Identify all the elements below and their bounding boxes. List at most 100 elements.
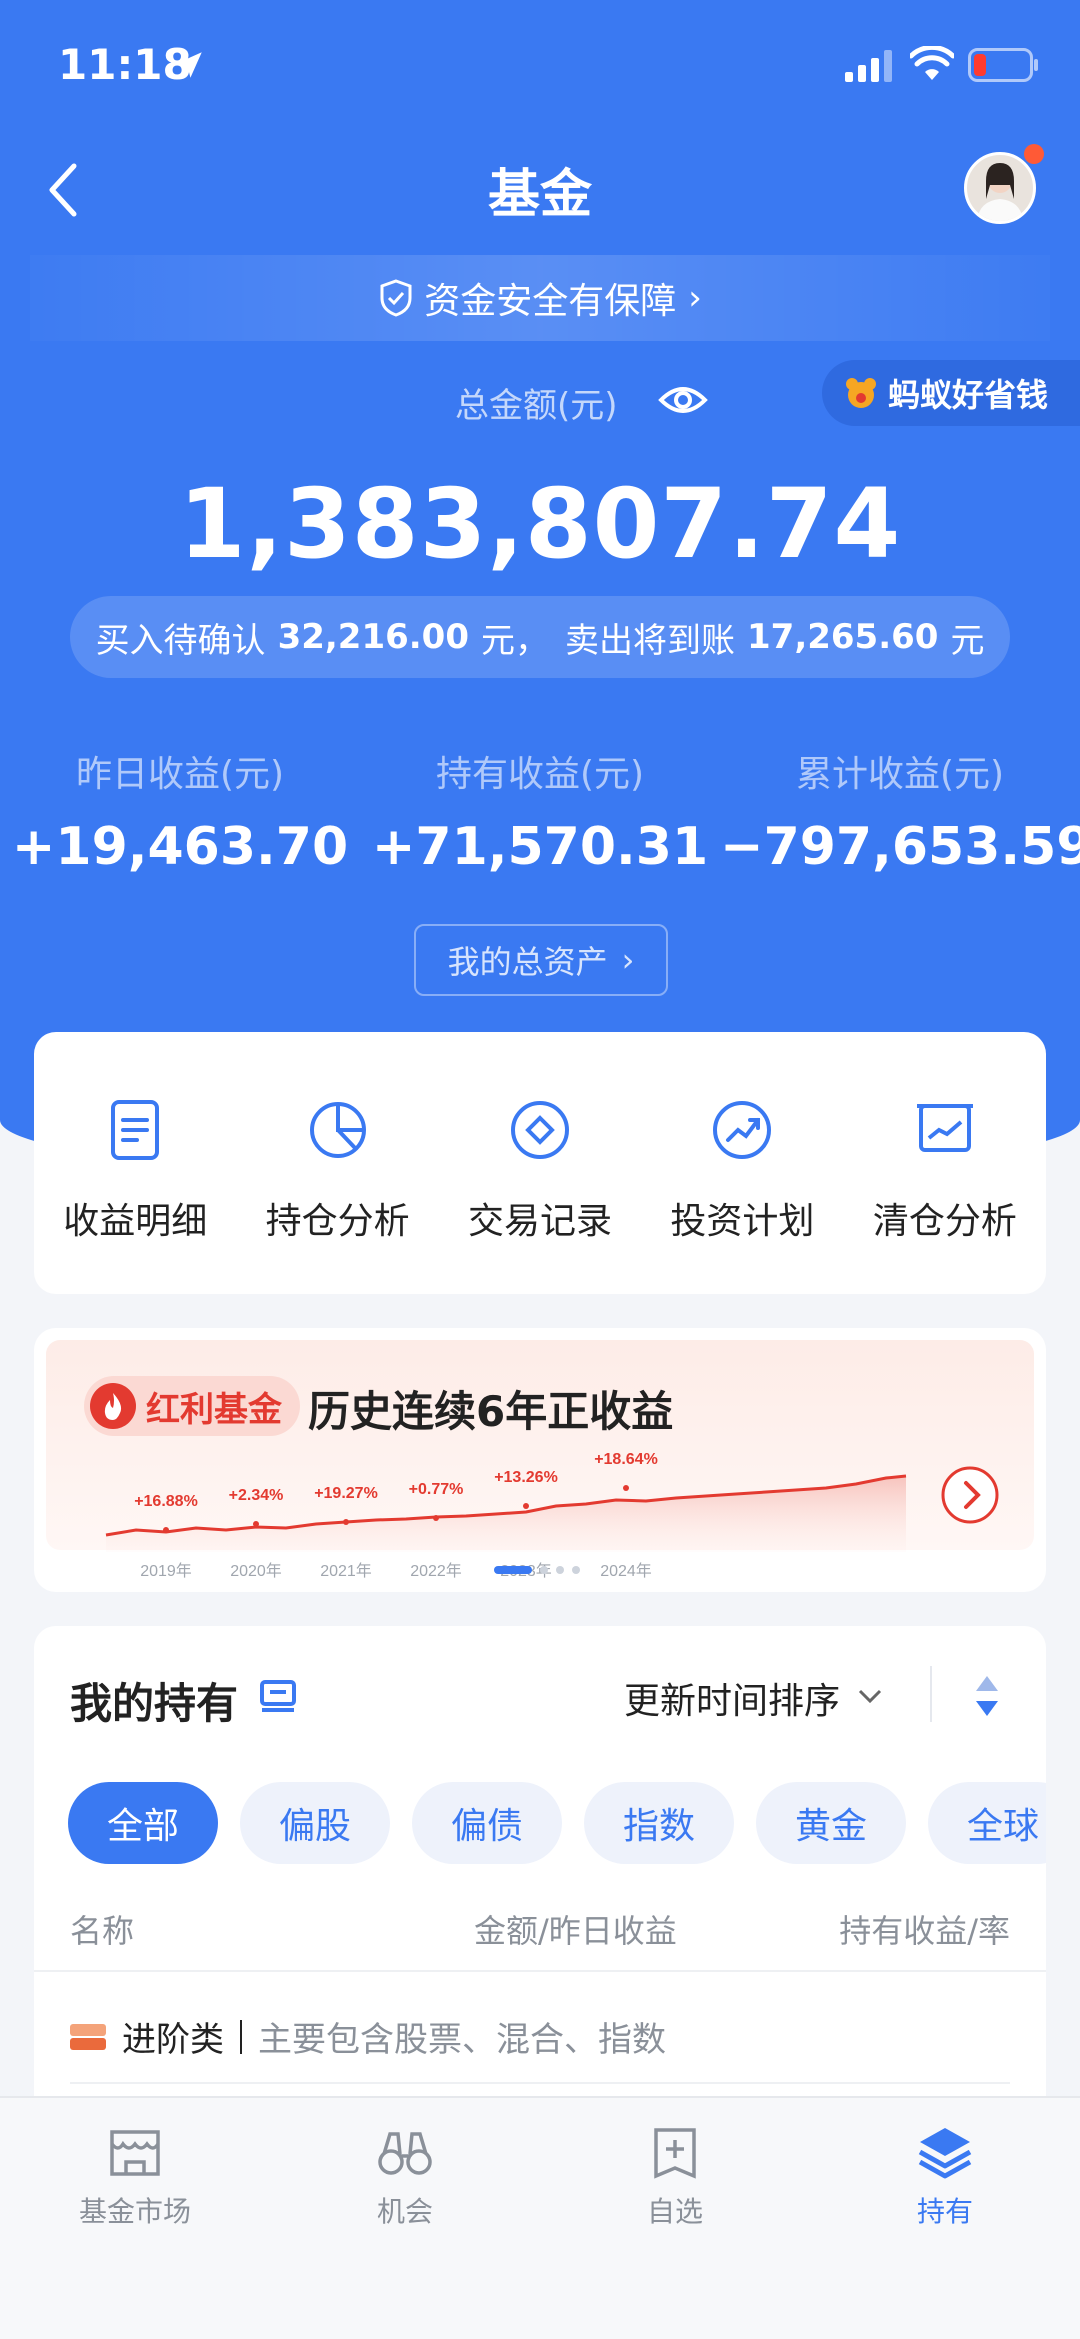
tab-watchlist[interactable]: 自选 <box>540 2098 810 2339</box>
yesterday-earnings-value: +19,463.70 <box>11 817 349 877</box>
divider <box>240 2019 242 2054</box>
sort-dropdown[interactable]: 更新时间排序 <box>624 1672 840 1724</box>
banner-title: 历史连续6年正收益 <box>308 1387 674 1436</box>
category-name: 进阶类 <box>122 2020 224 2060</box>
shield-icon <box>380 279 412 317</box>
banner-pagination <box>494 1566 580 1574</box>
quick-action-income-detail[interactable]: 收益明细 <box>34 1032 236 1294</box>
pagination-dot <box>540 1566 548 1574</box>
promo-banner-card[interactable]: 红利基金 历史连续6年正收益 2019年2020年2021年2022年2023年… <box>34 1328 1046 1592</box>
column-header-amount[interactable]: 金额/昨日收益 <box>474 1906 677 1952</box>
chip-bond[interactable]: 偏债 <box>412 1782 562 1864</box>
growth-icon <box>713 1101 772 1159</box>
buy-pending-label: 买入待确认 <box>95 620 266 661</box>
column-header-return[interactable]: 持有收益/率 <box>839 1906 1010 1952</box>
banner-return-label: +19.27% <box>314 1485 378 1502</box>
banner-return-label: +18.64% <box>594 1451 658 1468</box>
tab-label: 持有 <box>916 2195 973 2228</box>
cumulative-earnings[interactable]: 累计收益(元) −797,653.59 <box>720 745 1080 877</box>
quick-action-transactions[interactable]: 交易记录 <box>439 1032 641 1294</box>
quick-actions-card: 收益明细 持仓分析 交易记录 投资计划 清仓分析 <box>34 1032 1046 1294</box>
chevron-down-icon <box>858 1689 882 1704</box>
pie-chart-icon <box>309 1102 366 1158</box>
security-banner[interactable]: 资金安全有保障 › <box>30 255 1050 341</box>
chevron-right-icon: › <box>688 278 702 318</box>
banner-year-label: 2022年 <box>410 1562 462 1580</box>
status-bar: 11:18 <box>0 0 1080 130</box>
document-icon <box>111 1100 160 1160</box>
wifi-icon <box>910 46 954 80</box>
watchlist-icon <box>654 2128 696 2179</box>
chip-gold[interactable]: 黄金 <box>756 1782 906 1864</box>
chip-equity[interactable]: 偏股 <box>240 1782 390 1864</box>
cellular-signal-icon <box>845 50 892 82</box>
tab-label: 自选 <box>646 2195 703 2228</box>
tab-label: 机会 <box>376 2195 433 2228</box>
banner-return-label: +0.77% <box>409 1481 464 1498</box>
layers-icon <box>918 2128 972 2179</box>
banner-return-marker <box>623 1485 629 1491</box>
location-arrow-icon <box>176 52 202 78</box>
tab-holdings[interactable]: 持有 <box>810 2098 1080 2339</box>
category-description: 主要包含股票、混合、指数 <box>258 2020 666 2060</box>
flame-icon <box>90 1383 136 1429</box>
quick-action-label: 清仓分析 <box>872 1201 1017 1242</box>
yesterday-earnings[interactable]: 昨日收益(元) +19,463.70 <box>0 745 360 877</box>
promo-banner: 红利基金 历史连续6年正收益 2019年2020年2021年2022年2023年… <box>46 1340 1034 1580</box>
sort-order-icon[interactable] <box>974 1674 1000 1718</box>
tab-opportunities[interactable]: 机会 <box>270 2098 540 2339</box>
tab-label: 基金市场 <box>78 2195 191 2228</box>
pagination-dot-active <box>494 1566 532 1574</box>
quick-action-label: 交易记录 <box>468 1201 613 1242</box>
banner-year-label: 2024年 <box>600 1562 652 1580</box>
pagination-dot <box>556 1566 564 1574</box>
chip-global[interactable]: 全球 <box>928 1782 1046 1864</box>
bottom-tab-bar: 基金市场 机会 自选 持有 <box>0 2096 1080 2339</box>
divider <box>70 2082 1010 2084</box>
page-title: 基金 <box>487 165 592 225</box>
holding-earnings-value: +71,570.31 <box>371 817 709 877</box>
avatar[interactable] <box>964 152 1036 224</box>
banner-return-marker <box>433 1515 439 1521</box>
eye-icon[interactable] <box>658 380 708 420</box>
chip-index[interactable]: 指数 <box>584 1782 734 1864</box>
transaction-icon <box>511 1101 570 1159</box>
banner-return-marker <box>523 1503 529 1509</box>
quick-action-investment-plan[interactable]: 投资计划 <box>641 1032 843 1294</box>
chevron-right-icon: › <box>621 941 635 979</box>
dividend-fund-tag: 红利基金 <box>84 1376 300 1436</box>
banner-return-marker <box>253 1521 259 1527</box>
holdings-title: 我的持有 <box>70 1679 239 1728</box>
pending-summary[interactable]: 买入待确认 32,216.00 元， 卖出将到账 17,265.60 元 <box>70 596 1010 678</box>
quick-action-label: 收益明细 <box>63 1201 208 1242</box>
quick-action-label: 持仓分析 <box>265 1201 410 1242</box>
total-amount: 1,383,807.74 <box>178 468 902 580</box>
holding-earnings[interactable]: 持有收益(元) +71,570.31 <box>360 745 720 877</box>
holding-earnings-label: 持有收益(元) <box>435 754 645 795</box>
banner-year-label: 2019年 <box>140 1562 192 1580</box>
sell-pending-amount: 17,265.60 <box>747 617 939 657</box>
quick-action-label: 投资计划 <box>670 1201 815 1242</box>
quick-action-clearance-analysis[interactable]: 清仓分析 <box>844 1032 1046 1294</box>
binoculars-icon <box>378 2132 432 2175</box>
bear-icon <box>846 378 876 408</box>
security-label: 资金安全有保障 <box>424 281 677 322</box>
column-header-name: 名称 <box>70 1912 135 1950</box>
yesterday-earnings-label: 昨日收益(元) <box>75 754 285 795</box>
promo-tag[interactable]: 蚂蚁好省钱 <box>822 360 1080 426</box>
total-assets-button[interactable]: 我的总资产 › <box>414 924 668 996</box>
quick-action-position-analysis[interactable]: 持仓分析 <box>236 1032 438 1294</box>
tab-fund-market[interactable]: 基金市场 <box>0 2098 270 2339</box>
market-icon <box>110 2130 160 2176</box>
banner-return-marker <box>163 1527 169 1533</box>
dividend-fund-label: 红利基金 <box>146 1389 282 1430</box>
total-label: 总金额(元) <box>455 386 618 426</box>
banner-next-button[interactable] <box>940 1465 1000 1525</box>
banner-return-marker <box>343 1519 349 1525</box>
buy-pending-unit: 元， <box>481 620 549 661</box>
banner-return-label: +13.26% <box>494 1469 558 1486</box>
list-view-icon[interactable] <box>258 1676 298 1716</box>
chip-all[interactable]: 全部 <box>68 1782 218 1864</box>
filter-chips: 全部 偏股 偏债 指数 黄金 全球 <box>68 1782 1046 1866</box>
banner-year-label: 2020年 <box>230 1562 282 1580</box>
